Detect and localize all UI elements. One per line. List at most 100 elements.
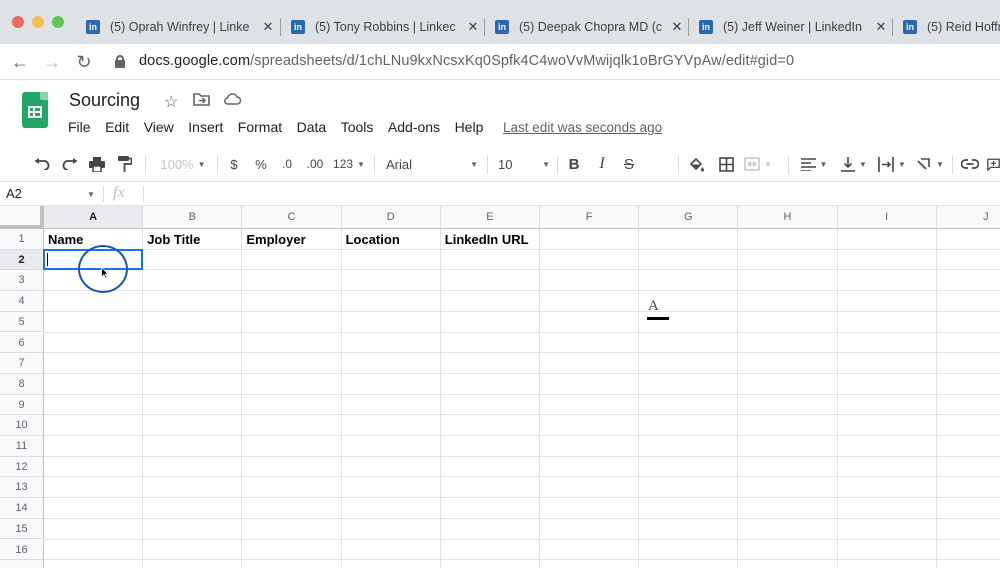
close-tab-icon[interactable]: ✕ bbox=[873, 19, 889, 35]
column-header-b[interactable]: B bbox=[143, 206, 243, 229]
function-icon: fx bbox=[113, 184, 125, 201]
close-tab-icon[interactable]: ✕ bbox=[260, 19, 276, 35]
header-cell-location[interactable]: Location bbox=[346, 232, 400, 247]
horizontal-align-icon[interactable]: ▼ bbox=[798, 154, 830, 174]
star-icon[interactable]: ☆ bbox=[164, 92, 178, 112]
back-arrow-icon[interactable]: ← bbox=[8, 50, 32, 74]
browser-tab[interactable]: in (5) Tony Robbins | Linkec ✕ bbox=[291, 10, 481, 44]
sheets-logo-icon[interactable] bbox=[22, 92, 48, 128]
column-header-d[interactable]: D bbox=[341, 206, 441, 229]
close-tab-icon[interactable]: ✕ bbox=[465, 19, 481, 35]
row-header-13[interactable]: 13 bbox=[0, 477, 44, 499]
chevron-down-icon: ▼ bbox=[197, 159, 206, 169]
reload-icon[interactable]: ↻ bbox=[72, 50, 96, 74]
menu-data[interactable]: Data bbox=[297, 119, 327, 135]
percent-format-button[interactable]: % bbox=[253, 154, 269, 174]
menu-insert[interactable]: Insert bbox=[188, 119, 223, 135]
browser-tab-bar: in (5) Oprah Winfrey | Linke ✕ in (5) To… bbox=[0, 0, 1000, 44]
paint-format-icon[interactable] bbox=[115, 154, 135, 174]
row-header-9[interactable]: 9 bbox=[0, 394, 44, 416]
formula-input[interactable] bbox=[152, 186, 992, 202]
browser-tab[interactable]: in (5) Oprah Winfrey | Linke ✕ bbox=[86, 10, 276, 44]
forward-arrow-icon[interactable]: → bbox=[40, 50, 64, 74]
text-color-button[interactable] bbox=[647, 154, 669, 174]
text-rotation-icon[interactable]: ▼ bbox=[914, 154, 946, 174]
row-header-5[interactable]: 5 bbox=[0, 311, 44, 333]
menu-help[interactable]: Help bbox=[455, 119, 484, 135]
row-header-6[interactable]: 6 bbox=[0, 332, 44, 354]
close-window-button[interactable] bbox=[12, 16, 24, 28]
grid-line bbox=[44, 352, 1000, 354]
row-header-1[interactable]: 1 bbox=[0, 229, 44, 250]
fill-color-icon[interactable] bbox=[686, 154, 706, 174]
row-header[interactable] bbox=[0, 560, 44, 568]
browser-tab[interactable]: in (5) Reid Hoffr bbox=[903, 10, 1000, 44]
header-cell-linkedin-url[interactable]: LinkedIn URL bbox=[445, 232, 529, 247]
document-title[interactable]: Sourcing bbox=[69, 90, 140, 111]
column-header-a[interactable]: A bbox=[44, 206, 144, 229]
row-header-4[interactable]: 4 bbox=[0, 291, 44, 312]
column-header-i[interactable]: I bbox=[837, 206, 937, 229]
row-header-14[interactable]: 14 bbox=[0, 498, 44, 519]
row-header-16[interactable]: 16 bbox=[0, 539, 44, 561]
zoom-select[interactable]: 100% ▼ bbox=[156, 154, 210, 174]
font-family-select[interactable]: Arial ▼ bbox=[386, 154, 478, 174]
header-cell-name[interactable]: Name bbox=[48, 232, 83, 247]
header-cell-job-title[interactable]: Job Title bbox=[147, 232, 200, 247]
row-header-8[interactable]: 8 bbox=[0, 373, 44, 395]
browser-tab[interactable]: in (5) Jeff Weiner | LinkedIn ✕ bbox=[699, 10, 889, 44]
chevron-down-icon: ▼ bbox=[819, 159, 828, 169]
more-formats-button[interactable]: 123 ▼ bbox=[332, 154, 366, 174]
close-tab-icon[interactable]: ✕ bbox=[669, 19, 685, 35]
column-header-g[interactable]: G bbox=[639, 206, 739, 229]
name-box[interactable]: A2 bbox=[6, 186, 22, 201]
bold-button[interactable]: B bbox=[566, 154, 582, 174]
chevron-down-icon[interactable]: ▼ bbox=[87, 190, 95, 199]
browser-tab[interactable]: in (5) Deepak Chopra MD (c ✕ bbox=[495, 10, 685, 44]
row-header-11[interactable]: 11 bbox=[0, 436, 44, 457]
insert-comment-icon[interactable] bbox=[987, 154, 1000, 174]
column-header-j[interactable]: J bbox=[936, 206, 1000, 229]
insert-link-icon[interactable] bbox=[960, 154, 980, 174]
row-header-15[interactable]: 15 bbox=[0, 518, 44, 540]
increase-decimal-button[interactable]: .00 bbox=[303, 154, 327, 174]
currency-format-button[interactable]: $ bbox=[226, 154, 242, 174]
row-header-12[interactable]: 12 bbox=[0, 456, 44, 478]
borders-icon[interactable] bbox=[716, 154, 736, 174]
column-header-e[interactable]: E bbox=[440, 206, 540, 229]
redo-icon[interactable] bbox=[60, 154, 80, 174]
last-edit-link[interactable]: Last edit was seconds ago bbox=[503, 120, 662, 135]
merge-cells-icon[interactable]: ▼ bbox=[742, 154, 774, 174]
row-header-3[interactable]: 3 bbox=[0, 270, 44, 292]
row-header-7[interactable]: 7 bbox=[0, 353, 44, 374]
minimize-window-button[interactable] bbox=[32, 16, 44, 28]
menu-format[interactable]: Format bbox=[238, 119, 282, 135]
menu-edit[interactable]: Edit bbox=[105, 119, 129, 135]
select-all-corner[interactable] bbox=[0, 206, 44, 229]
vertical-align-icon[interactable]: ▼ bbox=[838, 154, 870, 174]
font-size-select[interactable]: 10 ▼ bbox=[498, 154, 550, 174]
row-header-2[interactable]: 2 bbox=[0, 249, 44, 271]
header-cell-employer[interactable]: Employer bbox=[246, 232, 305, 247]
column-header-f[interactable]: F bbox=[540, 206, 640, 229]
print-icon[interactable] bbox=[87, 154, 107, 174]
column-header-c[interactable]: C bbox=[242, 206, 342, 229]
strikethrough-button[interactable]: S bbox=[621, 154, 637, 174]
chevron-down-icon: ▼ bbox=[470, 159, 478, 169]
column-header-h[interactable]: H bbox=[738, 206, 838, 229]
cloud-saved-icon[interactable] bbox=[223, 92, 242, 110]
row-header-10[interactable]: 10 bbox=[0, 415, 44, 436]
menu-view[interactable]: View bbox=[144, 119, 174, 135]
zoom-window-button[interactable] bbox=[52, 16, 64, 28]
menu-add-ons[interactable]: Add-ons bbox=[388, 119, 440, 135]
decrease-decimal-button[interactable]: .0 bbox=[278, 154, 296, 174]
move-folder-icon[interactable] bbox=[193, 92, 210, 111]
menu-file[interactable]: File bbox=[68, 119, 91, 135]
undo-icon[interactable] bbox=[32, 154, 52, 174]
spreadsheet-grid[interactable]: A B C D E F G H I J 1 2 3 4 5 6 7 8 9 10 11 12 13 14 15 16 Name Job… bbox=[0, 206, 1000, 568]
text-wrapping-icon[interactable]: ▼ bbox=[876, 154, 908, 174]
font-size-value: 10 bbox=[498, 156, 513, 172]
italic-button[interactable]: I bbox=[594, 154, 610, 174]
menu-tools[interactable]: Tools bbox=[341, 119, 374, 135]
url-field[interactable]: docs.google.com/spreadsheets/d/1chLNu9kx… bbox=[139, 53, 794, 69]
